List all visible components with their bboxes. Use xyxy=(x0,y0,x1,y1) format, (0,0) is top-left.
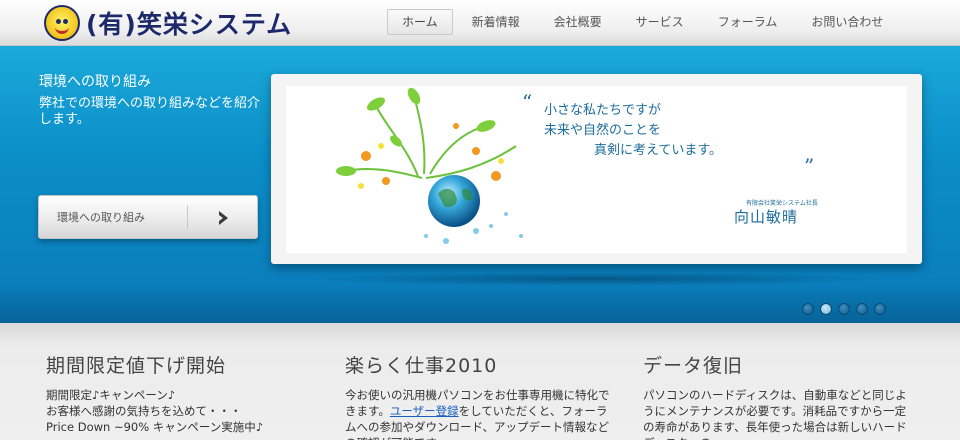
slide-shadow xyxy=(300,272,890,286)
arrow-right-icon xyxy=(219,211,228,225)
quote-line: 小さな私たちですが xyxy=(544,103,662,118)
nav-home[interactable]: ホーム xyxy=(387,9,453,35)
hero-description: 弊社での環境への取り組みなどを紹介します。 xyxy=(39,96,261,127)
nav-company[interactable]: 会社概要 xyxy=(539,9,617,35)
slider-dot[interactable] xyxy=(874,303,886,315)
column-line: Price Down ~90% キャンペーン実施中♪ xyxy=(46,420,264,434)
column-title: 期間限定値下げ開始 xyxy=(46,355,227,377)
column-text: パソコンのハードディスクは、自動車などと同じようにメンテナンスが必要です。消耗品… xyxy=(643,388,907,440)
column-title: データ復旧 xyxy=(643,355,744,377)
slider-dot[interactable] xyxy=(802,303,814,315)
nav-contact[interactable]: お問い合わせ xyxy=(796,9,898,35)
column-data-recovery: データ復旧 パソコンのハードディスクは、自動車などと同じようにメンテナンスが必要… xyxy=(643,351,913,440)
column-line: お客様へ感謝の気持ちを込めて・・・ xyxy=(46,404,242,418)
slide-frame: “ 小さな私たちですが 未来や自然のことを 真剣に考えています。 ” 有限会社笑… xyxy=(271,74,922,264)
smiley-mascot-icon xyxy=(44,5,80,41)
nav-forum[interactable]: フォーラム xyxy=(703,9,793,35)
slider-dot-active[interactable] xyxy=(820,303,832,315)
nav-services[interactable]: サービス xyxy=(621,9,699,35)
slide-image[interactable]: “ 小さな私たちですが 未来や自然のことを 真剣に考えています。 ” 有限会社笑… xyxy=(286,86,907,253)
hero-cta-label: 環境への取り組み xyxy=(57,211,145,224)
slide-quote: 小さな私たちですが 未来や自然のことを 真剣に考えています。 xyxy=(534,101,722,161)
quote-line: 未来や自然のことを xyxy=(544,123,662,138)
site-header: (有)笑栄システム ホーム 新着情報 会社概要 サービス フォーラム お問い合わ… xyxy=(0,0,960,46)
hero-slider: 環境への取り組み 弊社での環境への取り組みなどを紹介します。 環境への取り組み xyxy=(0,46,960,323)
column-line: 期間限定♪キャンペーン♪ xyxy=(46,388,176,402)
logo-text: (有)笑栄システム xyxy=(86,10,293,39)
column-work2010: 楽らく仕事2010 今お使いの汎用機パソコンをお仕事専用機に特化できます。ユーザ… xyxy=(345,351,615,440)
open-quote-icon: “ xyxy=(522,90,533,114)
slider-dot[interactable] xyxy=(856,303,868,315)
signature-name: 向山敏晴 xyxy=(734,208,799,226)
hero-cta-button[interactable]: 環境への取り組み xyxy=(38,195,258,239)
column-text: 期間限定♪キャンペーン♪ お客様へ感謝の気持ちを込めて・・・ Price Dow… xyxy=(46,387,316,435)
column-campaign: 期間限定値下げ開始 期間限定♪キャンペーン♪ お客様へ感謝の気持ちを込めて・・・… xyxy=(46,351,316,435)
close-quote-icon: ” xyxy=(804,154,815,178)
slider-dots xyxy=(802,303,892,315)
feature-columns: 期間限定値下げ開始 期間限定♪キャンペーン♪ お客様へ感謝の気持ちを込めて・・・… xyxy=(0,323,960,440)
hero-title: 環境への取り組み xyxy=(39,74,151,90)
slider-dot[interactable] xyxy=(838,303,850,315)
quote-line: 真剣に考えています。 xyxy=(594,143,723,158)
main-nav: ホーム 新着情報 会社概要 サービス フォーラム お問い合わせ xyxy=(387,9,902,35)
column-title: 楽らく仕事2010 xyxy=(345,355,498,377)
user-registration-link[interactable]: ユーザー登録 xyxy=(390,404,459,418)
column-text: 今お使いの汎用機パソコンをお仕事専用機に特化できます。ユーザー登録をしていただく… xyxy=(345,387,615,440)
button-divider xyxy=(187,205,188,229)
site-logo[interactable]: (有)笑栄システム xyxy=(44,5,292,41)
nav-news[interactable]: 新着情報 xyxy=(457,9,535,35)
